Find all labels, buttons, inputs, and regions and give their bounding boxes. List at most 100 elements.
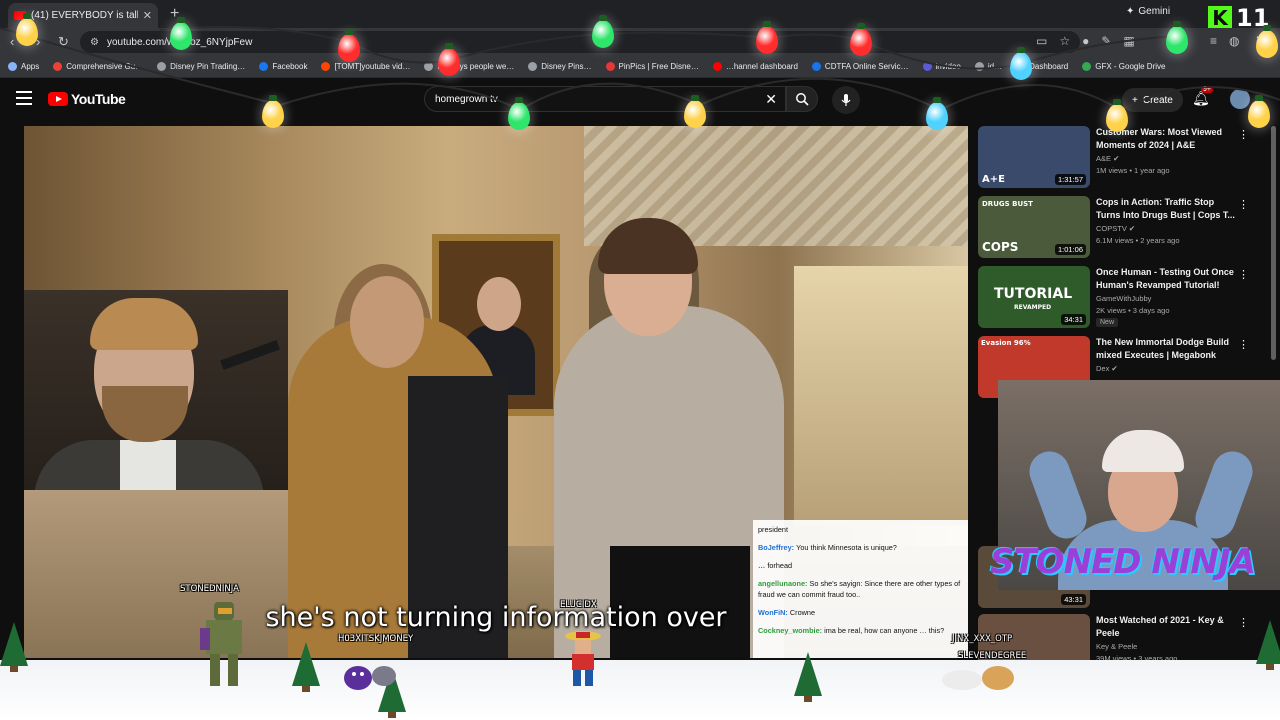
video-thumbnail[interactable]: TUTORIAL REVAMPED 34:31 bbox=[978, 266, 1090, 328]
channel-name[interactable]: Dex ✔ bbox=[1096, 364, 1118, 373]
bookmark-item[interactable]: id… bbox=[974, 62, 1002, 71]
channel-name[interactable]: Key & Peele bbox=[1096, 642, 1137, 651]
video-thumbnail[interactable]: A+E 1:31:57 bbox=[978, 126, 1090, 188]
create-button[interactable]: + Create bbox=[1122, 88, 1183, 112]
bookmarks-bar: Apps Comprehensive Gu… Disney Pin Trading…… bbox=[0, 56, 1280, 78]
viewer-tag: STONEDNINJA bbox=[180, 584, 239, 594]
pine-tree-icon bbox=[0, 622, 28, 672]
thumbnail-text: Evasion 96% bbox=[981, 339, 1031, 347]
stream-overlay-title: STONED NINJA bbox=[990, 542, 1256, 582]
christmas-bulb-icon bbox=[1256, 25, 1278, 58]
clear-search-icon[interactable]: ✕ bbox=[765, 91, 777, 108]
bookmark-item[interactable]: Disney Pins… bbox=[528, 62, 592, 71]
chat-message: angellunaone: So she's sayign: Since the… bbox=[758, 578, 963, 600]
chat-message: … forhead bbox=[758, 560, 963, 571]
bookmark-item[interactable]: Comprehensive Gu… bbox=[53, 62, 143, 71]
toolbar-actions: ▭ ☆ ● ✎ ▦ bbox=[1036, 34, 1135, 48]
search-icon bbox=[796, 93, 809, 106]
christmas-bulb-icon bbox=[684, 95, 706, 128]
christmas-bulb-icon bbox=[850, 23, 872, 56]
stream-chat-overlay: president BoJeffrey: You think Minnesota … bbox=[753, 520, 968, 658]
armored-soldier-sprite-icon bbox=[200, 602, 242, 686]
video-title[interactable]: The New Immortal Dodge Build mixed Execu… bbox=[1096, 336, 1236, 362]
account-avatar[interactable] bbox=[1230, 89, 1250, 109]
search-button[interactable] bbox=[786, 86, 818, 112]
bookmark-label: invideo bbox=[935, 62, 961, 71]
extension-icon[interactable]: ✎ bbox=[1101, 34, 1111, 48]
bookmark-item[interactable]: CDTFA Online Servic… bbox=[811, 62, 909, 71]
video-title[interactable]: Once Human - Testing Out Once Human's Re… bbox=[1096, 266, 1236, 292]
more-options-icon[interactable]: ⋮ bbox=[1238, 128, 1249, 141]
webcam-beard bbox=[102, 386, 188, 442]
channel-name[interactable]: COPSTV ✔ bbox=[1096, 224, 1135, 233]
create-label: Create bbox=[1142, 94, 1173, 106]
christmas-bulb-icon bbox=[16, 13, 38, 46]
close-tab-icon[interactable]: ✕ bbox=[143, 9, 152, 22]
bookmark-item[interactable]: invideo bbox=[922, 62, 961, 71]
chat-message: Cockney_wombie: ima be real, how can any… bbox=[758, 625, 963, 636]
more-options-icon[interactable]: ⋮ bbox=[1238, 198, 1249, 211]
reload-icon[interactable]: ↻ bbox=[58, 34, 69, 50]
recommended-video[interactable]: TUTORIAL REVAMPED 34:31 Once Human - Testin… bbox=[978, 266, 1268, 328]
purple-creature-sprite-icon bbox=[344, 666, 396, 690]
more-options-icon[interactable]: ⋮ bbox=[1238, 616, 1249, 629]
bookmark-item[interactable]: …hannel dashboard bbox=[712, 62, 798, 71]
bookmark-label: Apps bbox=[21, 62, 40, 71]
cast-icon[interactable]: ▭ bbox=[1036, 34, 1047, 48]
profile-icon[interactable]: ◍ bbox=[1229, 34, 1239, 48]
christmas-bulb-icon bbox=[508, 97, 530, 130]
tab-title: (41) EVERYBODY is talking bbox=[31, 10, 138, 21]
chat-text: You think Minnesota is unique? bbox=[796, 543, 897, 552]
chat-username: Cockney_wombie: bbox=[758, 626, 825, 635]
bookmark-item[interactable]: PinPics | Free Disne… bbox=[605, 62, 699, 71]
christmas-bulb-icon bbox=[1166, 21, 1188, 54]
recommended-video[interactable]: DRUGS BUST COPS 1:01:06 Cops in Action: Tra… bbox=[978, 196, 1268, 258]
back-icon[interactable]: ‹ bbox=[10, 34, 14, 49]
channel-name[interactable]: A&E ✔ bbox=[1096, 154, 1119, 163]
media-icon[interactable]: ≡ bbox=[1210, 34, 1217, 48]
video-title[interactable]: Cops in Action: Traffic Stop Turns Into … bbox=[1096, 196, 1236, 222]
youtube-header: YouTube homegrown tv ✕ + Create 🔔︎ 9+ bbox=[0, 78, 1280, 122]
voice-search-button[interactable] bbox=[832, 86, 860, 114]
video-metadata: 1M views • 1 year ago bbox=[1096, 166, 1170, 175]
gemini-sparkle-icon: ✦ bbox=[1126, 6, 1135, 17]
youtube-wordmark: YouTube bbox=[71, 91, 126, 107]
christmas-bulb-icon bbox=[1106, 99, 1128, 132]
address-bar[interactable]: ⚙ youtube.com/w…=oz_6NYjpFew bbox=[80, 31, 1080, 53]
thumbnail-text: COPS bbox=[982, 240, 1019, 254]
thumbnail-text: TUTORIAL bbox=[994, 286, 1073, 302]
guest-cap bbox=[1102, 430, 1184, 472]
chat-username: … bbox=[758, 561, 768, 570]
sidebar-scrollbar[interactable] bbox=[1271, 126, 1276, 360]
straw-hat-pirate-sprite-icon bbox=[565, 631, 601, 686]
extension-icon[interactable]: ● bbox=[1082, 34, 1089, 48]
bookmark-item[interactable]: [TOMT]youtube vid… bbox=[321, 62, 410, 71]
bookmark-item[interactable]: Apps bbox=[8, 62, 39, 71]
christmas-bulb-icon bbox=[438, 43, 460, 76]
extensions-puzzle-icon[interactable]: ▦ bbox=[1123, 34, 1134, 48]
recommended-video[interactable]: A+E 1:31:57 Customer Wars: Most Viewed Mom… bbox=[978, 126, 1268, 188]
more-options-icon[interactable]: ⋮ bbox=[1238, 268, 1249, 281]
bookmark-label: …hannel dashboard bbox=[725, 62, 798, 71]
video-duration: 34:31 bbox=[1061, 314, 1086, 325]
youtube-logo[interactable]: YouTube bbox=[48, 91, 126, 107]
bookmark-item[interactable]: Disney Pin Trading… bbox=[157, 62, 245, 71]
channel-name[interactable]: GameWithJubby bbox=[1096, 294, 1151, 303]
bookmark-item[interactable]: Facebook bbox=[259, 62, 307, 71]
search-input[interactable]: homegrown tv ✕ bbox=[424, 86, 786, 112]
viewer-tag: SLEVENDEGREE bbox=[958, 651, 1027, 661]
bookmark-favicon-icon bbox=[157, 62, 167, 71]
hamburger-menu-icon[interactable] bbox=[16, 91, 32, 105]
video-title[interactable]: Most Watched of 2021 - Key & Peele bbox=[1096, 614, 1236, 640]
bookmark-label: Dashboard bbox=[1029, 62, 1069, 71]
site-info-icon[interactable]: ⚙ bbox=[90, 37, 99, 48]
new-badge: New bbox=[1096, 318, 1119, 327]
gemini-button[interactable]: ✦ Gemini bbox=[1126, 6, 1170, 17]
bookmark-item[interactable]: GFX - Google Drive bbox=[1082, 62, 1165, 71]
video-thumbnail[interactable]: DRUGS BUST COPS 1:01:06 bbox=[978, 196, 1090, 258]
guest-arm bbox=[1023, 445, 1093, 545]
more-options-icon[interactable]: ⋮ bbox=[1238, 338, 1249, 351]
bookmark-star-icon[interactable]: ☆ bbox=[1059, 34, 1070, 48]
bookmark-label: [TOMT]youtube vid… bbox=[334, 62, 411, 71]
bookmark-favicon-icon bbox=[605, 62, 615, 71]
